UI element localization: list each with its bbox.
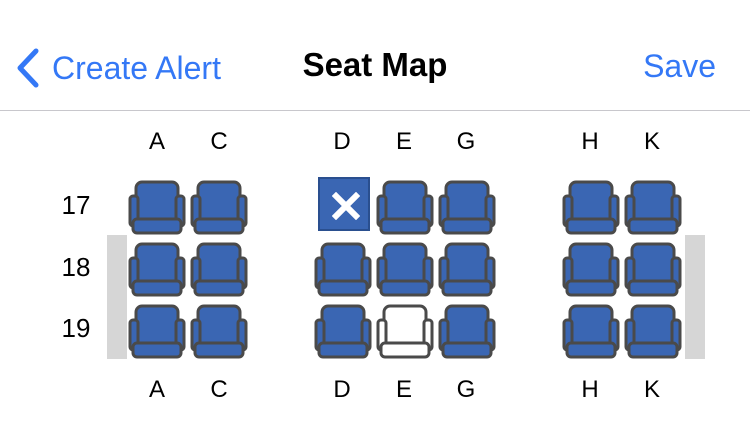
seat-available[interactable] [314, 242, 372, 298]
seat-available[interactable] [128, 180, 186, 236]
seat-available[interactable] [376, 242, 434, 298]
row-label: 19 [61, 313, 91, 343]
column-label-bottom: G [456, 376, 476, 403]
seat-available[interactable] [562, 242, 620, 298]
page-title: Seat Map [302, 46, 448, 83]
seat-available[interactable] [438, 242, 496, 298]
column-label-top: D [333, 128, 351, 155]
column-label-bottom: D [333, 376, 351, 403]
seat-available[interactable] [190, 180, 248, 236]
column-label-bottom: C [210, 376, 228, 403]
column-label-bottom: K [643, 376, 660, 403]
seat-available[interactable] [128, 242, 186, 298]
column-label-bottom: A [148, 376, 165, 403]
seat-available[interactable] [190, 242, 248, 298]
column-label-bottom: H [581, 376, 599, 403]
seat-available[interactable] [314, 304, 372, 360]
row-label: 18 [61, 252, 91, 282]
column-label-top: H [581, 128, 599, 155]
column-label-top: K [643, 128, 660, 155]
wing-marker-left [107, 235, 127, 359]
seat-available[interactable] [562, 180, 620, 236]
navigation-bar: Create Alert Seat Map Save [0, 0, 750, 110]
seat-available[interactable] [438, 304, 496, 360]
nav-divider [0, 110, 750, 111]
seat-available[interactable] [624, 180, 682, 236]
seat-available[interactable] [376, 180, 434, 236]
wing-marker-right [685, 235, 705, 359]
seat-available[interactable] [624, 304, 682, 360]
seat-available[interactable] [190, 304, 248, 360]
seat-available[interactable] [438, 180, 496, 236]
row-label: 17 [61, 190, 91, 220]
seat-available[interactable] [624, 242, 682, 298]
column-label-top: G [456, 128, 476, 155]
save-button[interactable]: Save [643, 48, 716, 85]
column-label-top: E [395, 128, 412, 155]
seat-blocked[interactable] [318, 177, 370, 231]
seat-available[interactable] [128, 304, 186, 360]
x-mark-icon [332, 192, 360, 220]
seat-selected[interactable] [376, 304, 434, 360]
column-label-top: A [148, 128, 165, 155]
column-label-top: C [210, 128, 228, 155]
column-label-bottom: E [395, 376, 412, 403]
seat-available[interactable] [562, 304, 620, 360]
